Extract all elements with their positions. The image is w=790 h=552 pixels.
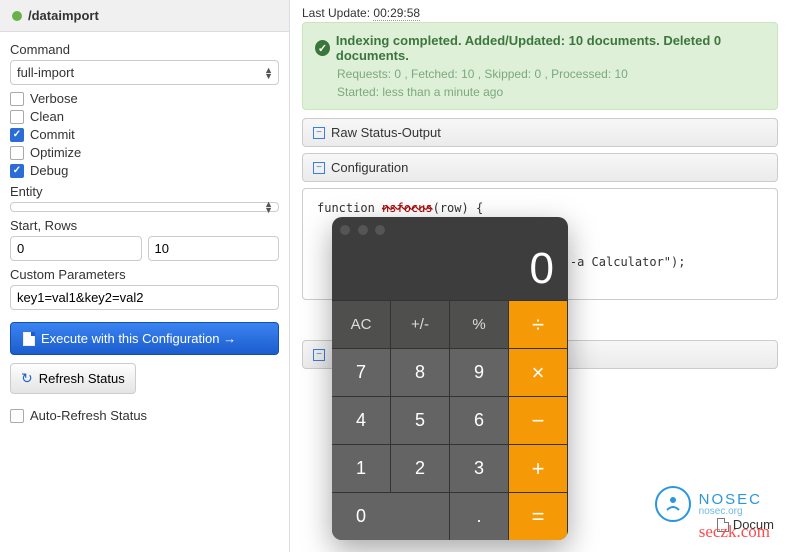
minus-square-icon: −: [313, 349, 325, 361]
calc-subtract-button[interactable]: −: [509, 396, 568, 444]
check-circle-icon: ✓: [315, 40, 330, 56]
entity-select[interactable]: [10, 202, 279, 212]
calc-key-4[interactable]: 4: [332, 396, 391, 444]
calc-key-7[interactable]: 7: [332, 348, 391, 396]
calc-key-2[interactable]: 2: [391, 444, 450, 492]
calc-key-1[interactable]: 1: [332, 444, 391, 492]
checkbox-label: Debug: [30, 163, 68, 178]
brand-badge: NOSEC nosec.org: [655, 486, 762, 522]
started-label: Started:: [337, 85, 379, 99]
brand-sub: nosec.org: [699, 507, 762, 517]
brand-title: NOSEC: [699, 492, 762, 507]
code-text: -a Calculator");: [570, 255, 686, 269]
calc-key-8[interactable]: 8: [391, 348, 450, 396]
calc-key-3[interactable]: 3: [450, 444, 509, 492]
checkbox-clean[interactable]: Clean: [10, 109, 279, 124]
calc-clear-button[interactable]: AC: [332, 300, 391, 348]
calculator-display: 0: [332, 244, 568, 300]
minus-square-icon: −: [313, 162, 325, 174]
calc-key-decimal[interactable]: .: [450, 492, 509, 540]
section-title: Configuration: [331, 160, 408, 175]
checkbox-label: Clean: [30, 109, 64, 124]
status-success-box: ✓ Indexing completed. Added/Updated: 10 …: [302, 22, 778, 110]
checkbox-icon: [10, 409, 24, 423]
checkbox-icon: [10, 164, 24, 178]
custom-params-input[interactable]: [10, 285, 279, 310]
auto-refresh-toggle[interactable]: Auto-Refresh Status: [10, 408, 279, 423]
auto-refresh-label: Auto-Refresh Status: [30, 408, 147, 423]
raw-status-section[interactable]: − Raw Status-Output: [302, 118, 778, 147]
section-title: Raw Status-Output: [331, 125, 441, 140]
execute-button-label: Execute with this Configuration →: [41, 331, 236, 346]
document-icon: [23, 332, 35, 346]
calc-percent-button[interactable]: %: [450, 300, 509, 348]
checkbox-label: Commit: [30, 127, 75, 142]
brand-url: seczk.com: [699, 522, 770, 542]
page-title: /dataimport: [0, 0, 289, 32]
checkbox-optimize[interactable]: Optimize: [10, 145, 279, 160]
calc-key-6[interactable]: 6: [450, 396, 509, 444]
checkbox-icon: [10, 128, 24, 142]
rows-input[interactable]: [148, 236, 280, 261]
checkbox-verbose[interactable]: Verbose: [10, 91, 279, 106]
minus-square-icon: −: [313, 127, 325, 139]
calculator-window[interactable]: 0 AC +/- % ÷ 7 8 9 × 4 5 6 − 1 2 3 + 0 .…: [332, 217, 568, 540]
checkbox-commit[interactable]: Commit: [10, 127, 279, 142]
calc-multiply-button[interactable]: ×: [509, 348, 568, 396]
checkbox-debug[interactable]: Debug: [10, 163, 279, 178]
traffic-light-icon: [375, 225, 385, 235]
command-label: Command: [10, 42, 279, 57]
calculator-titlebar[interactable]: [332, 217, 568, 244]
success-message: Indexing completed. Added/Updated: 10 do…: [336, 33, 765, 63]
execute-button[interactable]: Execute with this Configuration →: [10, 322, 279, 355]
last-update-time: 00:29:58: [373, 6, 420, 21]
brand-logo-icon: [655, 486, 691, 522]
title-text: /dataimport: [28, 8, 99, 23]
status-dot: [12, 11, 22, 21]
calc-equals-button[interactable]: =: [509, 492, 568, 540]
command-select[interactable]: full-import: [10, 60, 279, 85]
calc-key-0[interactable]: 0: [332, 492, 450, 540]
code-error: nsfocus: [382, 201, 433, 215]
configuration-section[interactable]: − Configuration: [302, 153, 778, 182]
custom-params-label: Custom Parameters: [10, 267, 279, 282]
last-update-row: Last Update: 00:29:58: [290, 0, 790, 22]
calc-key-5[interactable]: 5: [391, 396, 450, 444]
entity-label: Entity: [10, 184, 279, 199]
calc-negate-button[interactable]: +/-: [391, 300, 450, 348]
checkbox-icon: [10, 92, 24, 106]
checkbox-icon: [10, 110, 24, 124]
refresh-status-label: Refresh Status: [39, 371, 125, 386]
calc-key-9[interactable]: 9: [450, 348, 509, 396]
calc-divide-button[interactable]: ÷: [509, 300, 568, 348]
start-input[interactable]: [10, 236, 142, 261]
last-update-label: Last Update:: [302, 6, 370, 20]
calc-add-button[interactable]: +: [509, 444, 568, 492]
start-rows-label: Start, Rows: [10, 218, 279, 233]
traffic-light-icon: [340, 225, 350, 235]
checkbox-icon: [10, 146, 24, 160]
checkbox-label: Verbose: [30, 91, 78, 106]
stats-line: Requests: 0 , Fetched: 10 , Skipped: 0 ,…: [337, 67, 765, 81]
refresh-status-button[interactable]: ↻ Refresh Status: [10, 363, 136, 394]
code-text: function: [317, 201, 382, 215]
checkbox-label: Optimize: [30, 145, 81, 160]
traffic-light-icon: [358, 225, 368, 235]
code-text: (row) {: [433, 201, 484, 215]
started-value: less than a minute ago: [382, 85, 503, 99]
refresh-icon: ↻: [21, 370, 33, 387]
